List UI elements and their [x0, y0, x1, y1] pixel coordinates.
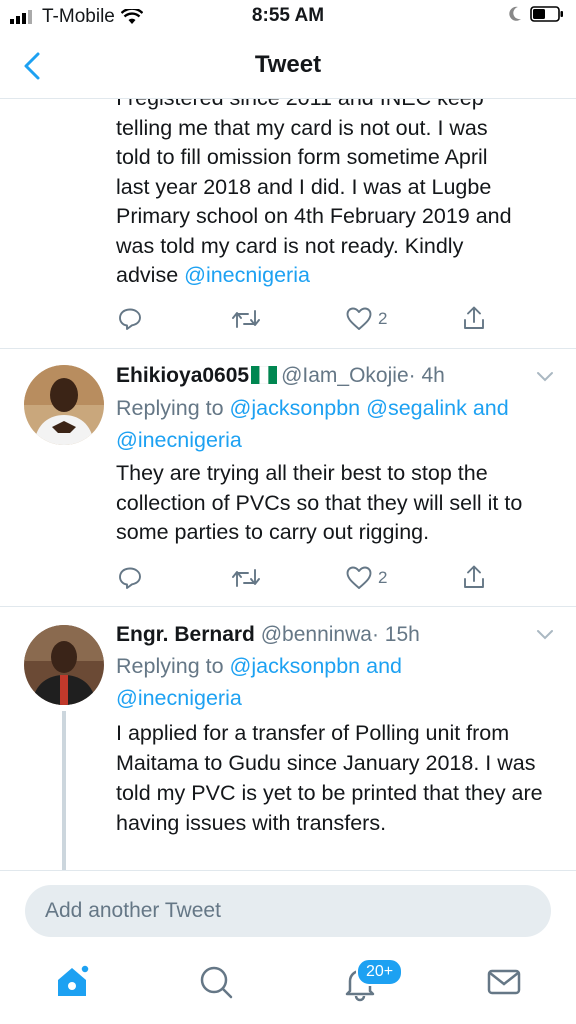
- replying-and: and: [360, 654, 403, 678]
- tweet-2-header: Ehikioya0605 @Iam_Okojie· 4h: [116, 362, 445, 390]
- divider: [0, 348, 576, 349]
- replying-to: Replying to @jacksonpbn @segalink and @in…: [116, 392, 566, 456]
- home-icon[interactable]: [52, 962, 92, 1002]
- like-count: 2: [378, 568, 388, 587]
- replying-to: Replying to @jacksonpbn and @inecnigeria: [116, 650, 566, 714]
- share-button[interactable]: [462, 305, 486, 331]
- tweet-3-header: Engr. Bernard @benninwa· 15h: [116, 621, 420, 649]
- replying-and: and: [466, 396, 509, 420]
- avatar-image: [24, 625, 104, 705]
- tweet-1-line: last year 2018 and I did. I was at Lugbe: [116, 174, 492, 199]
- search-icon[interactable]: [196, 962, 236, 1002]
- tweet-3-text: I applied for a transfer of Polling unit…: [116, 721, 543, 835]
- replying-prefix: Replying to: [116, 396, 230, 420]
- tweet-time: · 15h: [371, 623, 420, 646]
- retweet-button[interactable]: [232, 307, 260, 331]
- status-bar: T-Mobile 8:55 AM: [0, 0, 576, 34]
- heart-icon: [346, 566, 372, 589]
- tweet-1-text-prefix: advise: [116, 263, 185, 287]
- tweet-1-line: was told my card is not ready. Kindly: [116, 233, 464, 258]
- tweet-2-text: They are trying all their best to stop t…: [116, 461, 523, 544]
- like-button[interactable]: 2: [346, 566, 387, 590]
- retweet-icon: [232, 569, 260, 587]
- share-icon: [464, 565, 484, 588]
- thread-line: [62, 711, 66, 870]
- tweet-time: · 4h: [408, 364, 445, 387]
- mention-link[interactable]: @jacksonpbn: [230, 654, 361, 678]
- tab-bar: [0, 946, 576, 1024]
- mention-link[interactable]: @inecnigeria: [116, 428, 242, 452]
- mention-link[interactable]: @segalink: [366, 396, 467, 420]
- display-name[interactable]: Engr. Bernard: [116, 623, 255, 646]
- mention-link[interactable]: @inecnigeria: [116, 686, 242, 710]
- status-right: [508, 6, 564, 22]
- retweet-button[interactable]: [232, 566, 260, 590]
- tweet-1-line: advise @inecnigeria: [116, 261, 566, 291]
- avatar-image: [24, 365, 104, 445]
- mention-link[interactable]: @inecnigeria: [184, 263, 310, 287]
- share-icon: [464, 306, 484, 329]
- reply-composer: Add another Tweet: [0, 870, 576, 947]
- share-button[interactable]: [462, 564, 486, 590]
- tweet-1-line: told to fill omission form sometime Apri…: [116, 145, 488, 169]
- reply-button[interactable]: [118, 566, 142, 590]
- chevron-down-icon[interactable]: [536, 629, 554, 641]
- replying-prefix: Replying to: [116, 654, 230, 678]
- reply-button[interactable]: [118, 307, 142, 331]
- divider: [0, 606, 576, 607]
- like-button[interactable]: 2: [346, 307, 387, 331]
- add-tweet-input[interactable]: Add another Tweet: [25, 885, 551, 937]
- notifications-badge: 20+: [356, 958, 404, 986]
- messages-envelope-icon[interactable]: [484, 962, 524, 1002]
- heart-icon: [346, 307, 372, 330]
- status-time: 8:55 AM: [251, 5, 325, 26]
- reply-icon: [119, 567, 141, 589]
- retweet-icon: [232, 310, 260, 328]
- display-name[interactable]: Ehikioya0605: [116, 364, 249, 387]
- page-title: Tweet: [254, 51, 322, 78]
- tweet-1-text: I registered since 2011 and INEC keep te…: [116, 99, 566, 291]
- reply-icon: [119, 308, 141, 330]
- chevron-down-icon[interactable]: [536, 371, 554, 383]
- tweet-1-line: I registered since 2011 and INEC keep: [116, 99, 566, 114]
- moon-icon: [509, 6, 521, 21]
- nav-bar: Tweet: [0, 34, 576, 99]
- tweet-1-line: Primary school on 4th February 2019 and: [116, 204, 512, 228]
- mention-link[interactable]: @jacksonpbn: [230, 396, 361, 420]
- like-count: 2: [378, 309, 388, 328]
- avatar[interactable]: [24, 365, 104, 445]
- user-handle[interactable]: @Iam_Okojie: [281, 364, 409, 387]
- tweet-1-line: telling me that my card is not out. I wa…: [116, 115, 488, 140]
- tweet-feed[interactable]: I registered since 2011 and INEC keep te…: [0, 99, 576, 870]
- nigeria-flag-icon: [251, 365, 278, 385]
- battery-icon: [530, 6, 563, 22]
- avatar[interactable]: [24, 625, 104, 705]
- user-handle[interactable]: @benninwa: [261, 623, 372, 646]
